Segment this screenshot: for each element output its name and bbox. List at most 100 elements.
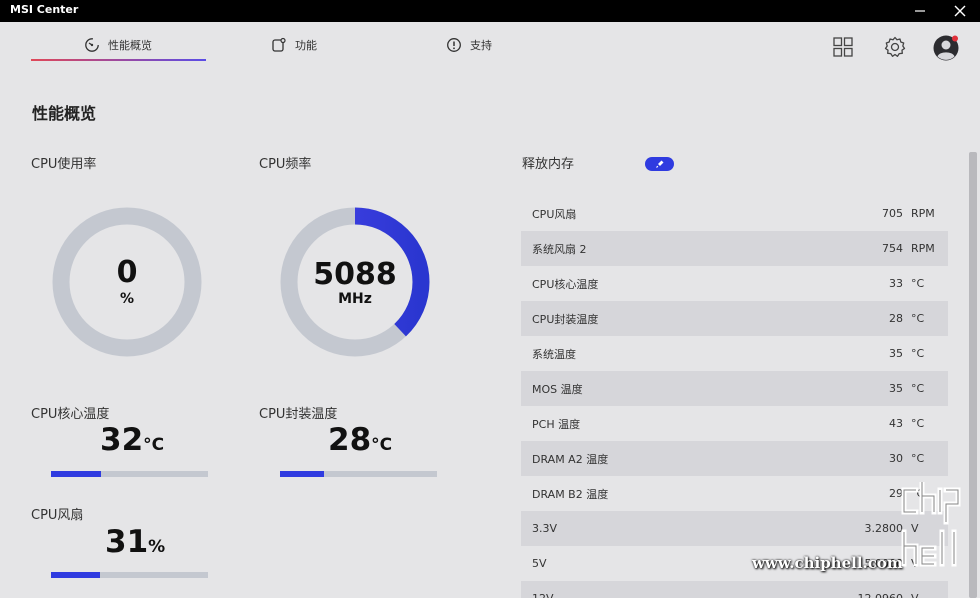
sensor-name: 5V <box>532 557 547 570</box>
sensor-name: CPU风扇 <box>532 207 577 221</box>
sensor-name: 系统风扇 2 <box>532 242 587 256</box>
sensor-value: 35 <box>889 347 903 360</box>
cpu-fan-value: 31 <box>105 524 149 560</box>
sensor-row: MOS 温度 35 °C <box>521 371 948 406</box>
sensor-unit: °C <box>911 382 925 395</box>
cpu-fan-bar-fill <box>51 572 100 578</box>
settings-button[interactable] <box>883 35 907 59</box>
cpu-freq-label: CPU频率 <box>259 157 312 172</box>
title-bar: MSI Center <box>0 0 980 22</box>
memory-release-label: 释放内存 <box>522 157 575 172</box>
rocket-icon <box>655 160 663 168</box>
cpu-core-temp-bar-fill <box>51 471 102 477</box>
sensor-value: 30 <box>889 452 903 465</box>
cpu-usage-label: CPU使用率 <box>31 157 97 172</box>
sensor-unit: °C <box>911 277 925 290</box>
grid-icon <box>833 37 853 57</box>
sensor-name: MOS 温度 <box>532 382 583 396</box>
cpu-pkg-temp-label: CPU封装温度 <box>259 407 338 422</box>
cpu-freq-value: 5088 <box>313 257 397 292</box>
cpu-pkg-temp-bar <box>280 471 437 477</box>
sensor-name: 12V <box>532 592 554 598</box>
watermark-url: www.chiphell.com <box>752 554 903 572</box>
window-title: MSI Center <box>10 3 79 16</box>
sensor-unit: °C <box>911 452 925 465</box>
tab-label: 支持 <box>470 39 492 52</box>
sensor-row: CPU封装温度 28 °C <box>521 301 948 336</box>
sensor-name: PCH 温度 <box>532 417 581 431</box>
sensor-row: CPU风扇 705 RPM <box>521 196 948 231</box>
cpu-freq-unit: MHz <box>338 291 372 307</box>
features-icon <box>272 37 286 52</box>
sensor-row: PCH 温度 43 °C <box>521 406 948 441</box>
sensor-row: DRAM B2 温度 29 °C <box>521 476 948 511</box>
cpu-core-temp-bar <box>51 471 208 477</box>
tab-label: 功能 <box>295 39 317 52</box>
minimize-button[interactable] <box>900 0 940 22</box>
cpu-core-temp-unit: °C <box>143 435 165 455</box>
user-avatar-icon <box>933 35 959 61</box>
cpu-fan-label: CPU风扇 <box>31 508 84 523</box>
cpu-pkg-temp-value: 28 <box>328 422 372 458</box>
tab-features[interactable]: 功能 <box>271 30 317 60</box>
cpu-core-temp-display: 32°C <box>100 422 164 458</box>
sensor-unit: °C <box>911 417 925 430</box>
sensor-name: DRAM B2 温度 <box>532 487 609 501</box>
chiphell-logo-icon <box>901 479 961 567</box>
cpu-fan-unit: % <box>148 537 166 557</box>
sensor-unit: RPM <box>911 207 935 220</box>
cpu-freq-gauge: 5088 MHz <box>279 206 431 358</box>
sensor-row: CPU核心温度 33 °C <box>521 266 948 301</box>
sensor-unit: °C <box>911 312 925 325</box>
cpu-usage-value: 0 <box>116 255 138 290</box>
sensor-row: 系统温度 35 °C <box>521 336 948 371</box>
sensor-table: CPU风扇 705 RPM 系统风扇 2 754 RPM CPU核心温度 33 °C CPU封装温… <box>521 196 948 598</box>
memory-release-button[interactable] <box>645 157 674 171</box>
sensor-unit: RPM <box>911 242 935 255</box>
grid-button[interactable] <box>831 35 855 59</box>
sensor-value: 35 <box>889 382 903 395</box>
cpu-pkg-temp-bar-fill <box>280 471 324 477</box>
sensor-unit: °C <box>911 347 925 360</box>
sensor-name: 3.3V <box>532 522 558 535</box>
watermark-logo <box>898 479 968 586</box>
main-tabs: 性能概览 功能 支持 <box>0 30 620 62</box>
sensor-row: DRAM A2 温度 30 °C <box>521 441 948 476</box>
cpu-core-temp-value: 32 <box>100 422 144 458</box>
performance-icon <box>85 38 99 52</box>
minimize-icon <box>915 10 925 12</box>
sensor-row: 系统风扇 2 754 RPM <box>521 231 948 266</box>
tab-performance[interactable]: 性能概览 <box>84 30 152 60</box>
tab-label: 性能概览 <box>108 39 152 52</box>
scrollbar[interactable] <box>968 150 978 598</box>
sensor-name: CPU核心温度 <box>532 277 599 291</box>
sensor-value: 33 <box>889 277 903 290</box>
gear-icon <box>884 36 906 57</box>
cpu-fan-bar <box>51 572 208 578</box>
sensor-unit: V <box>911 592 919 598</box>
scrollbar-thumb[interactable] <box>969 152 977 598</box>
sensor-value: 12.0960 <box>858 592 904 598</box>
sensor-value: 28 <box>889 312 903 325</box>
active-tab-indicator <box>31 59 206 61</box>
avatar[interactable] <box>933 35 959 61</box>
support-icon <box>447 38 461 52</box>
sensor-name: DRAM A2 温度 <box>532 452 609 466</box>
cpu-pkg-temp-display: 28°C <box>328 422 392 458</box>
sensor-row: 12V 12.0960 V <box>521 581 948 598</box>
cpu-fan-display: 31% <box>105 524 165 560</box>
cpu-usage-gauge: 0 % <box>51 206 203 358</box>
sensor-value: 754 <box>882 242 903 255</box>
sensor-value: 705 <box>882 207 903 220</box>
page-title: 性能概览 <box>32 104 97 123</box>
cpu-usage-unit: % <box>119 291 135 307</box>
tab-support[interactable]: 支持 <box>446 30 492 60</box>
close-button[interactable] <box>940 0 980 22</box>
cpu-pkg-temp-unit: °C <box>371 435 393 455</box>
sensor-name: 系统温度 <box>532 347 576 361</box>
close-icon <box>954 5 966 17</box>
cpu-core-temp-label: CPU核心温度 <box>31 407 110 422</box>
sensor-name: CPU封装温度 <box>532 312 599 326</box>
sensor-value: 43 <box>889 417 903 430</box>
sensor-row: 3.3V 3.2800 V <box>521 511 948 546</box>
